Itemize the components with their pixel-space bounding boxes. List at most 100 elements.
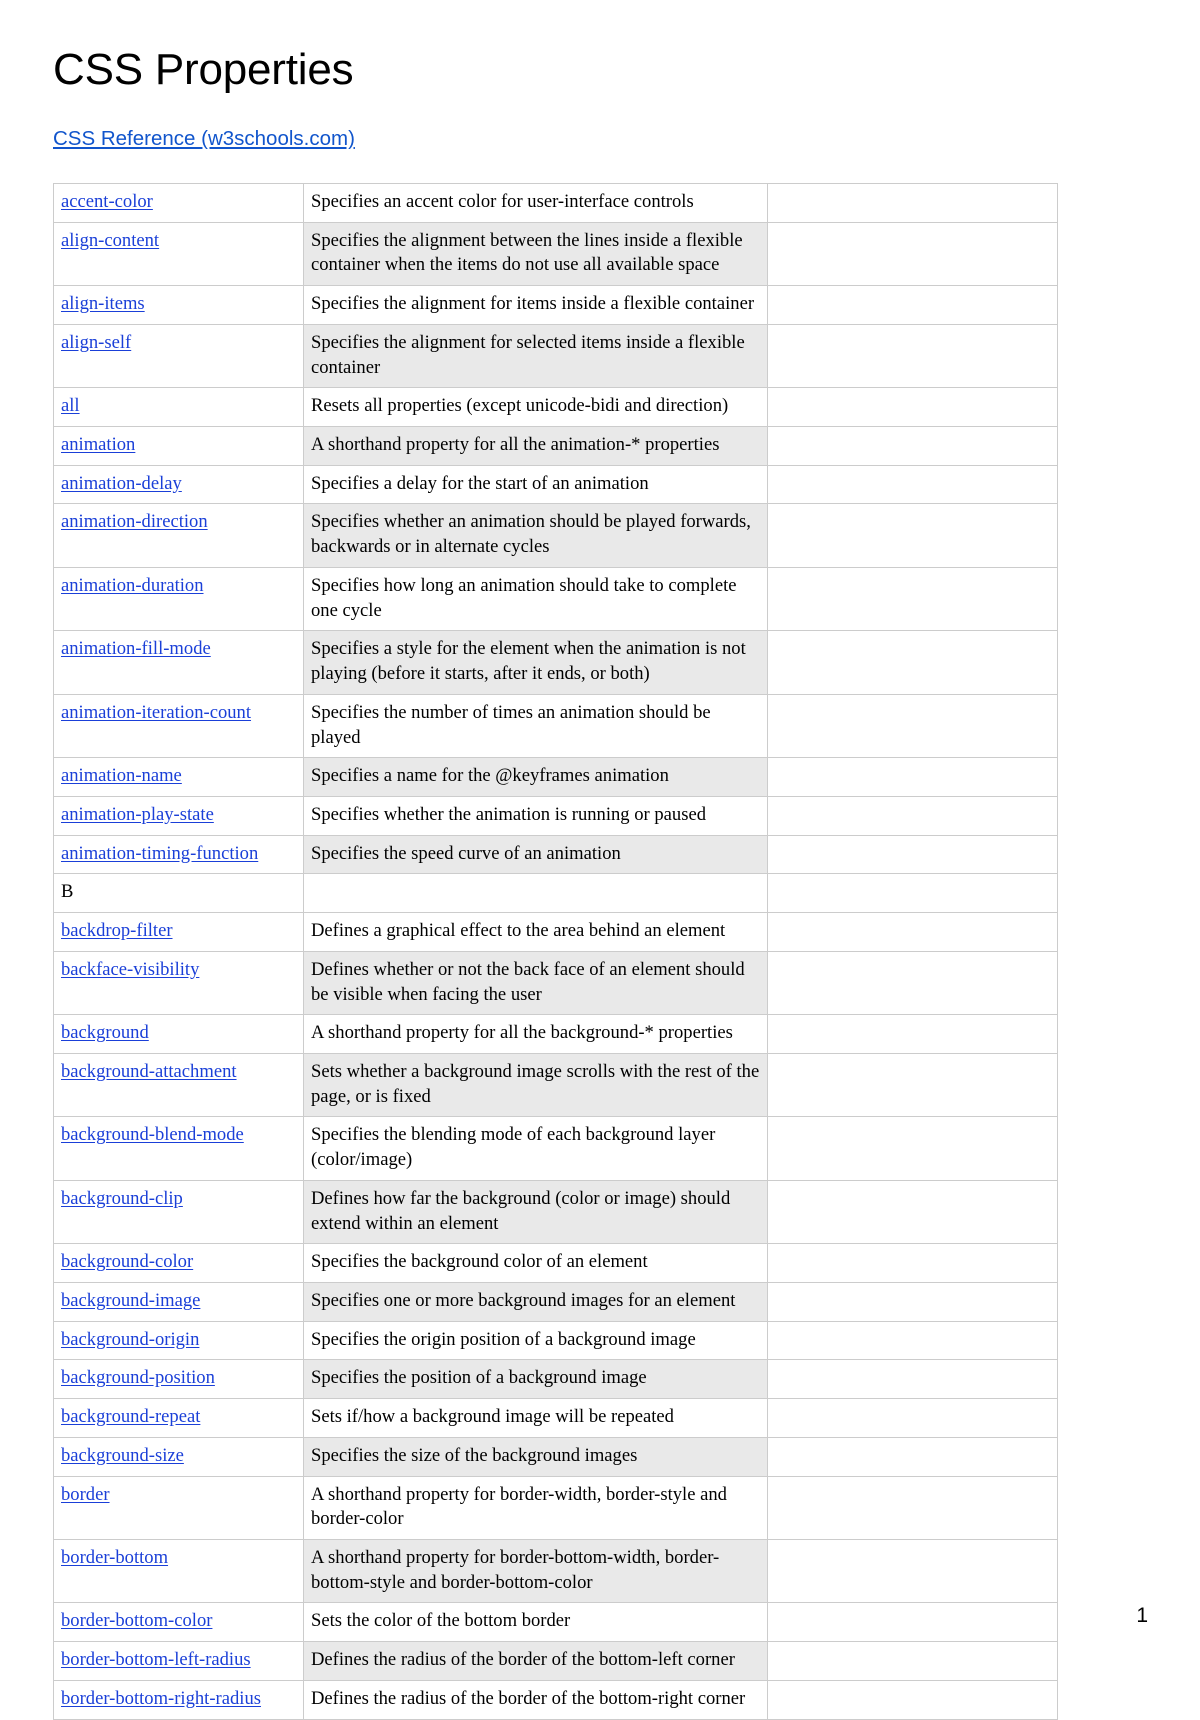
table-row: border-bottom-color Sets the color of the… bbox=[53, 1602, 1058, 1643]
property-link[interactable]: animation bbox=[61, 434, 135, 455]
property-link[interactable]: all bbox=[61, 395, 80, 416]
property-description-cell: Specifies a style for the element when t… bbox=[303, 630, 768, 695]
property-notes-cell[interactable] bbox=[767, 912, 1058, 952]
property-link[interactable]: align-self bbox=[61, 332, 131, 353]
property-link[interactable]: background-attachment bbox=[61, 1061, 237, 1082]
property-description-cell: A shorthand property for all the backgro… bbox=[303, 1014, 768, 1054]
table-row: border-bottom-left-radius Defines the rad… bbox=[53, 1641, 1058, 1681]
property-notes-cell[interactable] bbox=[767, 1052, 1058, 1118]
property-link[interactable]: border-bottom bbox=[61, 1547, 168, 1568]
property-notes-cell[interactable] bbox=[767, 834, 1058, 875]
property-link[interactable]: align-content bbox=[61, 230, 159, 251]
property-notes-cell[interactable] bbox=[767, 795, 1058, 836]
table-row: animation-duration Specifies how long an … bbox=[53, 566, 1058, 632]
property-link[interactable]: background-origin bbox=[61, 1329, 199, 1350]
property-link[interactable]: background-image bbox=[61, 1290, 200, 1311]
property-name-cell: animation-delay bbox=[53, 464, 304, 505]
table-row: background-repeat Sets if/how a backgroun… bbox=[53, 1398, 1058, 1438]
property-notes-cell[interactable] bbox=[767, 1014, 1058, 1054]
property-description-cell: Specifies whether an animation should be… bbox=[303, 503, 768, 568]
property-name-cell: background-blend-mode bbox=[53, 1116, 304, 1181]
property-description-cell: Specifies the alignment for selected ite… bbox=[303, 323, 768, 389]
property-link[interactable]: animation-iteration-count bbox=[61, 702, 251, 723]
property-description-cell: Specifies an accent color for user-inter… bbox=[303, 183, 768, 223]
property-link[interactable]: backdrop-filter bbox=[61, 920, 173, 941]
property-link[interactable]: animation-delay bbox=[61, 473, 182, 494]
property-name-cell: border bbox=[53, 1475, 304, 1541]
property-description-cell: Specifies the background color of an ele… bbox=[303, 1243, 768, 1283]
property-description-cell: Specifies the number of times an animati… bbox=[303, 693, 768, 759]
property-notes-cell[interactable] bbox=[767, 1679, 1058, 1720]
property-notes-cell[interactable] bbox=[767, 1282, 1058, 1322]
property-notes-cell[interactable] bbox=[767, 757, 1058, 797]
property-link[interactable]: animation-timing-function bbox=[61, 843, 258, 864]
property-link[interactable]: animation-play-state bbox=[61, 804, 214, 825]
property-notes-cell[interactable] bbox=[767, 630, 1058, 695]
property-notes-cell[interactable] bbox=[767, 464, 1058, 505]
property-link[interactable]: border-bottom-right-radius bbox=[61, 1688, 261, 1709]
property-notes-cell[interactable] bbox=[767, 1320, 1058, 1361]
property-link[interactable]: background-size bbox=[61, 1445, 184, 1466]
property-notes-cell[interactable] bbox=[767, 1398, 1058, 1438]
property-notes-cell[interactable] bbox=[767, 1539, 1058, 1604]
property-link[interactable]: animation-fill-mode bbox=[61, 638, 211, 659]
property-notes-cell[interactable] bbox=[767, 221, 1058, 287]
property-description-cell: Specifies the speed curve of an animatio… bbox=[303, 834, 768, 875]
property-notes-cell[interactable] bbox=[767, 387, 1058, 428]
table-row: backface-visibility Defines whether or no… bbox=[53, 950, 1058, 1016]
table-row: animation-timing-function Specifies the s… bbox=[53, 834, 1058, 875]
property-name-cell: background-repeat bbox=[53, 1398, 304, 1438]
property-name-cell: background-clip bbox=[53, 1179, 304, 1245]
property-notes-cell[interactable] bbox=[767, 183, 1058, 223]
property-link[interactable]: animation-name bbox=[61, 765, 182, 786]
table-row: animation-play-state Specifies whether th… bbox=[53, 795, 1058, 836]
property-description-cell: Specifies the position of a background i… bbox=[303, 1359, 768, 1400]
property-name-cell: border-bottom-color bbox=[53, 1602, 304, 1643]
property-notes-cell[interactable] bbox=[767, 1243, 1058, 1283]
property-notes-cell[interactable] bbox=[767, 566, 1058, 632]
property-notes-cell[interactable] bbox=[767, 1436, 1058, 1477]
property-link[interactable]: border bbox=[61, 1484, 110, 1505]
property-link[interactable]: align-items bbox=[61, 293, 145, 314]
property-notes-cell[interactable] bbox=[767, 1602, 1058, 1643]
table-row: align-self Specifies the alignment for se… bbox=[53, 323, 1058, 389]
property-link[interactable]: background-color bbox=[61, 1251, 193, 1272]
property-notes-cell[interactable] bbox=[767, 1179, 1058, 1245]
property-link[interactable]: background-blend-mode bbox=[61, 1124, 244, 1145]
table-row: animation-delay Specifies a delay for the… bbox=[53, 464, 1058, 505]
property-notes-cell[interactable] bbox=[767, 1641, 1058, 1681]
property-link[interactable]: border-bottom-color bbox=[61, 1610, 212, 1631]
css-reference-link[interactable]: CSS Reference (w3schools.com) bbox=[53, 127, 355, 150]
property-notes-cell[interactable] bbox=[767, 323, 1058, 389]
property-link[interactable]: background-position bbox=[61, 1367, 215, 1388]
property-link[interactable]: backface-visibility bbox=[61, 959, 199, 980]
table-row: background-position Specifies the positio… bbox=[53, 1359, 1058, 1400]
property-link[interactable]: accent-color bbox=[61, 191, 153, 212]
property-link[interactable]: background-repeat bbox=[61, 1406, 200, 1427]
property-description-cell: Sets the color of the bottom border bbox=[303, 1602, 768, 1643]
property-notes-cell[interactable] bbox=[767, 1116, 1058, 1181]
property-notes-cell[interactable] bbox=[767, 873, 1058, 914]
property-notes-cell[interactable] bbox=[767, 950, 1058, 1016]
property-description-cell: Specifies the alignment for items inside… bbox=[303, 285, 768, 325]
property-notes-cell[interactable] bbox=[767, 426, 1058, 466]
property-notes-cell[interactable] bbox=[767, 693, 1058, 759]
property-name-cell: border-bottom-left-radius bbox=[53, 1641, 304, 1681]
property-link[interactable]: animation-direction bbox=[61, 511, 208, 532]
property-description-cell: Sets if/how a background image will be r… bbox=[303, 1398, 768, 1438]
property-link[interactable]: background-clip bbox=[61, 1188, 183, 1209]
property-notes-cell[interactable] bbox=[767, 503, 1058, 568]
property-notes-cell[interactable] bbox=[767, 1475, 1058, 1541]
property-notes-cell[interactable] bbox=[767, 1359, 1058, 1400]
property-link[interactable]: border-bottom-left-radius bbox=[61, 1649, 251, 1670]
property-notes-cell[interactable] bbox=[767, 285, 1058, 325]
property-link[interactable]: background bbox=[61, 1022, 149, 1043]
table-row: align-content Specifies the alignment bet… bbox=[53, 221, 1058, 287]
property-name-cell: animation-iteration-count bbox=[53, 693, 304, 759]
table-row: background-color Specifies the background… bbox=[53, 1243, 1058, 1283]
property-description-cell: Specifies one or more background images … bbox=[303, 1282, 768, 1322]
property-name-cell: align-items bbox=[53, 285, 304, 325]
property-link[interactable]: animation-duration bbox=[61, 575, 204, 596]
property-name-cell: backface-visibility bbox=[53, 950, 304, 1016]
property-name-cell: background-attachment bbox=[53, 1052, 304, 1118]
